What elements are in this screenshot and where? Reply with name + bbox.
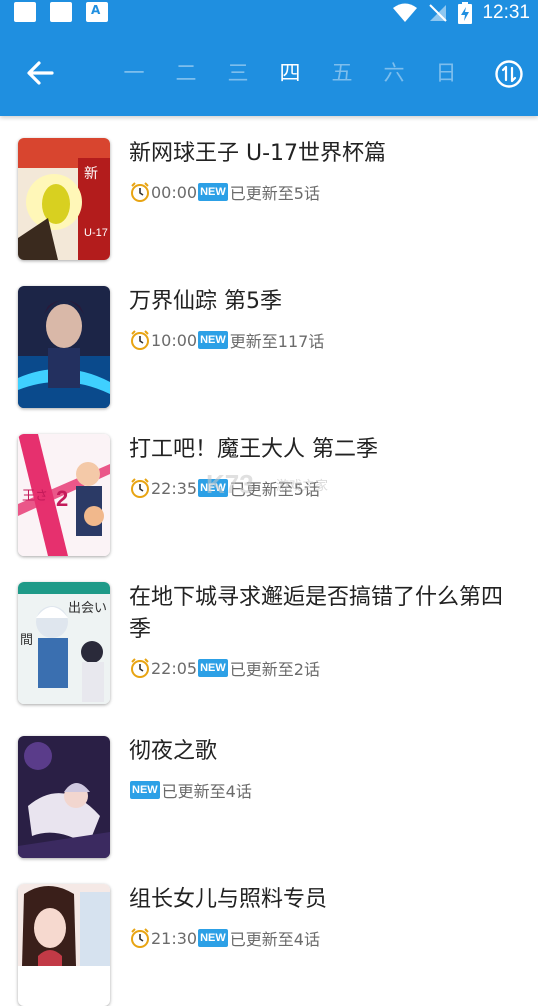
app-bar: 12:31 一 二 三 四 五 六 日 <box>0 0 538 116</box>
tab-sunday[interactable]: 日 <box>420 58 472 88</box>
alarm-clock-icon <box>131 330 149 350</box>
item-title: 打工吧！魔王大人 第二季 <box>129 437 378 462</box>
item-update: 已更新至2话 <box>229 660 320 679</box>
svg-text:K73: K73 <box>206 469 254 499</box>
back-arrow-icon[interactable] <box>22 56 58 90</box>
item-title: 万界仙踪 第5季 <box>129 289 282 314</box>
svg-text:王さ: 王さ <box>22 489 48 504</box>
no-signal-icon <box>429 4 448 22</box>
watermark: K73 游戏之家 <box>206 466 332 502</box>
alarm-clock-icon <box>131 928 149 948</box>
item-title: 在地下城寻求邂逅是否搞错了什么第四季 <box>129 585 504 642</box>
item-time: 21:30 <box>151 928 198 948</box>
weekday-tabs: 一 二 三 四 五 六 日 <box>108 58 472 88</box>
item-time: 22:05 <box>151 658 198 678</box>
watermark-text: 游戏之家 <box>276 478 329 494</box>
tab-monday[interactable]: 一 <box>108 58 160 88</box>
status-bar: 12:31 <box>0 0 538 26</box>
svg-text:出会い: 出会い <box>68 601 107 616</box>
item-title: 彻夜之歌 <box>129 739 218 764</box>
battery-charging-icon <box>458 2 473 24</box>
item-meta: 00:00 NEW 已更新至5话 <box>129 180 320 204</box>
item-update: 已更新至4话 <box>229 930 320 949</box>
new-badge-icon: NEW <box>130 781 160 799</box>
tab-thursday[interactable]: 四 <box>264 58 316 88</box>
item-update: 已更新至5话 <box>229 184 320 203</box>
item-title: 组长女儿与照料专员 <box>129 887 328 912</box>
svg-text:間: 間 <box>20 633 33 648</box>
alarm-clock-icon <box>131 478 149 498</box>
tab-friday[interactable]: 五 <box>316 58 368 88</box>
cover-image: 王さ 2 <box>18 434 110 556</box>
item-time: 00:00 <box>151 182 198 202</box>
cover-image: 新 U-17 W <box>18 138 110 260</box>
new-badge-icon: NEW <box>198 183 228 201</box>
status-time: 12:31 <box>482 2 530 23</box>
item-time: 22:35 <box>151 478 198 498</box>
tab-tuesday[interactable]: 二 <box>160 58 212 88</box>
notification-icon <box>86 2 108 22</box>
item-title: 新网球王子 U-17世界杯篇 <box>129 141 387 166</box>
alarm-clock-icon <box>131 182 149 202</box>
item-meta: 10:00 NEW 更新至117话 <box>129 328 324 352</box>
item-meta: 21:30 NEW 已更新至4话 <box>129 926 320 950</box>
watermark-logo-icon: K73 <box>206 469 254 499</box>
item-update: 已更新至4话 <box>161 782 252 801</box>
item-update: 更新至117话 <box>229 332 325 351</box>
notification-icon <box>14 2 36 22</box>
item-meta: NEW 已更新至4话 <box>129 778 252 802</box>
svg-text:2: 2 <box>56 486 68 511</box>
item-time: 10:00 <box>151 330 198 350</box>
tab-wednesday[interactable]: 三 <box>212 58 264 88</box>
wifi-icon <box>393 3 418 22</box>
cover-image <box>18 286 110 408</box>
cover-image <box>18 736 110 858</box>
new-badge-icon: NEW <box>198 929 228 947</box>
notification-icon <box>50 2 72 22</box>
sort-switch-icon[interactable] <box>494 59 524 89</box>
cover-image <box>18 884 110 1006</box>
new-badge-icon: NEW <box>198 659 228 677</box>
svg-text:新: 新 <box>84 166 98 182</box>
svg-text:U-17 W: U-17 W <box>84 227 110 239</box>
alarm-clock-icon <box>131 658 149 678</box>
new-badge-icon: NEW <box>198 331 228 349</box>
tab-saturday[interactable]: 六 <box>368 58 420 88</box>
item-meta: 22:05 NEW 已更新至2话 <box>129 656 320 680</box>
cover-image: 出会い 間 <box>18 582 110 704</box>
